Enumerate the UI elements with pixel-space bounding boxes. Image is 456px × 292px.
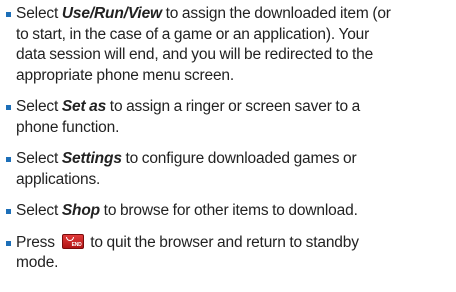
item-text-line: applications. <box>16 170 101 188</box>
bullet-icon <box>6 157 11 162</box>
bullet-icon <box>6 12 11 17</box>
item-text-suffix: to browse for other items to download. <box>100 202 358 219</box>
item-text-line: appropriate phone menu screen. <box>16 66 235 84</box>
list-item-use-run-view: Select Use/Run/View to assign the downlo… <box>6 4 454 86</box>
item-text-prefix: Select <box>16 98 62 115</box>
instruction-list: Select Use/Run/View to assign the downlo… <box>6 4 454 285</box>
option-set-as: Set as <box>61 98 107 115</box>
option-use-run-view: Use/Run/View <box>61 5 162 22</box>
item-text-line: to start, in the case of a game or an ap… <box>16 25 370 43</box>
bullet-icon <box>6 209 11 214</box>
list-item-settings: Select Settings to configure downloaded … <box>6 149 454 190</box>
item-text-line: data session will end, and you will be r… <box>16 46 374 63</box>
manual-page: Select Use/Run/View to assign the downlo… <box>0 0 456 292</box>
list-item-press-end: Press END to quit the browser and return… <box>6 233 454 274</box>
item-text-suffix: to quit the browser and return to standb… <box>86 233 359 251</box>
end-key-label: END <box>71 241 82 248</box>
list-item-shop: Select Shop to browse for other items to… <box>6 201 454 222</box>
phone-hangup-icon <box>65 236 74 241</box>
item-text-suffix: to assign the downloaded item (or <box>161 5 391 22</box>
item-text-prefix: Select <box>16 5 62 22</box>
list-item-set-as: Select Set as to assign a ringer or scre… <box>6 97 454 138</box>
bullet-icon <box>6 105 11 110</box>
item-text-prefix: Select <box>16 150 62 167</box>
item-text-suffix: to configure downloaded games or <box>121 150 357 167</box>
item-text-suffix: to assign a ringer or screen saver to a <box>106 98 361 115</box>
item-text-prefix: Select <box>16 202 62 219</box>
item-text-line: phone function. <box>16 118 120 136</box>
item-text-prefix: Press <box>16 233 59 251</box>
end-key-icon: END <box>61 233 84 249</box>
option-settings: Settings <box>61 150 122 167</box>
bullet-icon <box>6 240 11 246</box>
item-text-line: mode. <box>16 254 59 271</box>
option-shop: Shop <box>61 202 100 219</box>
